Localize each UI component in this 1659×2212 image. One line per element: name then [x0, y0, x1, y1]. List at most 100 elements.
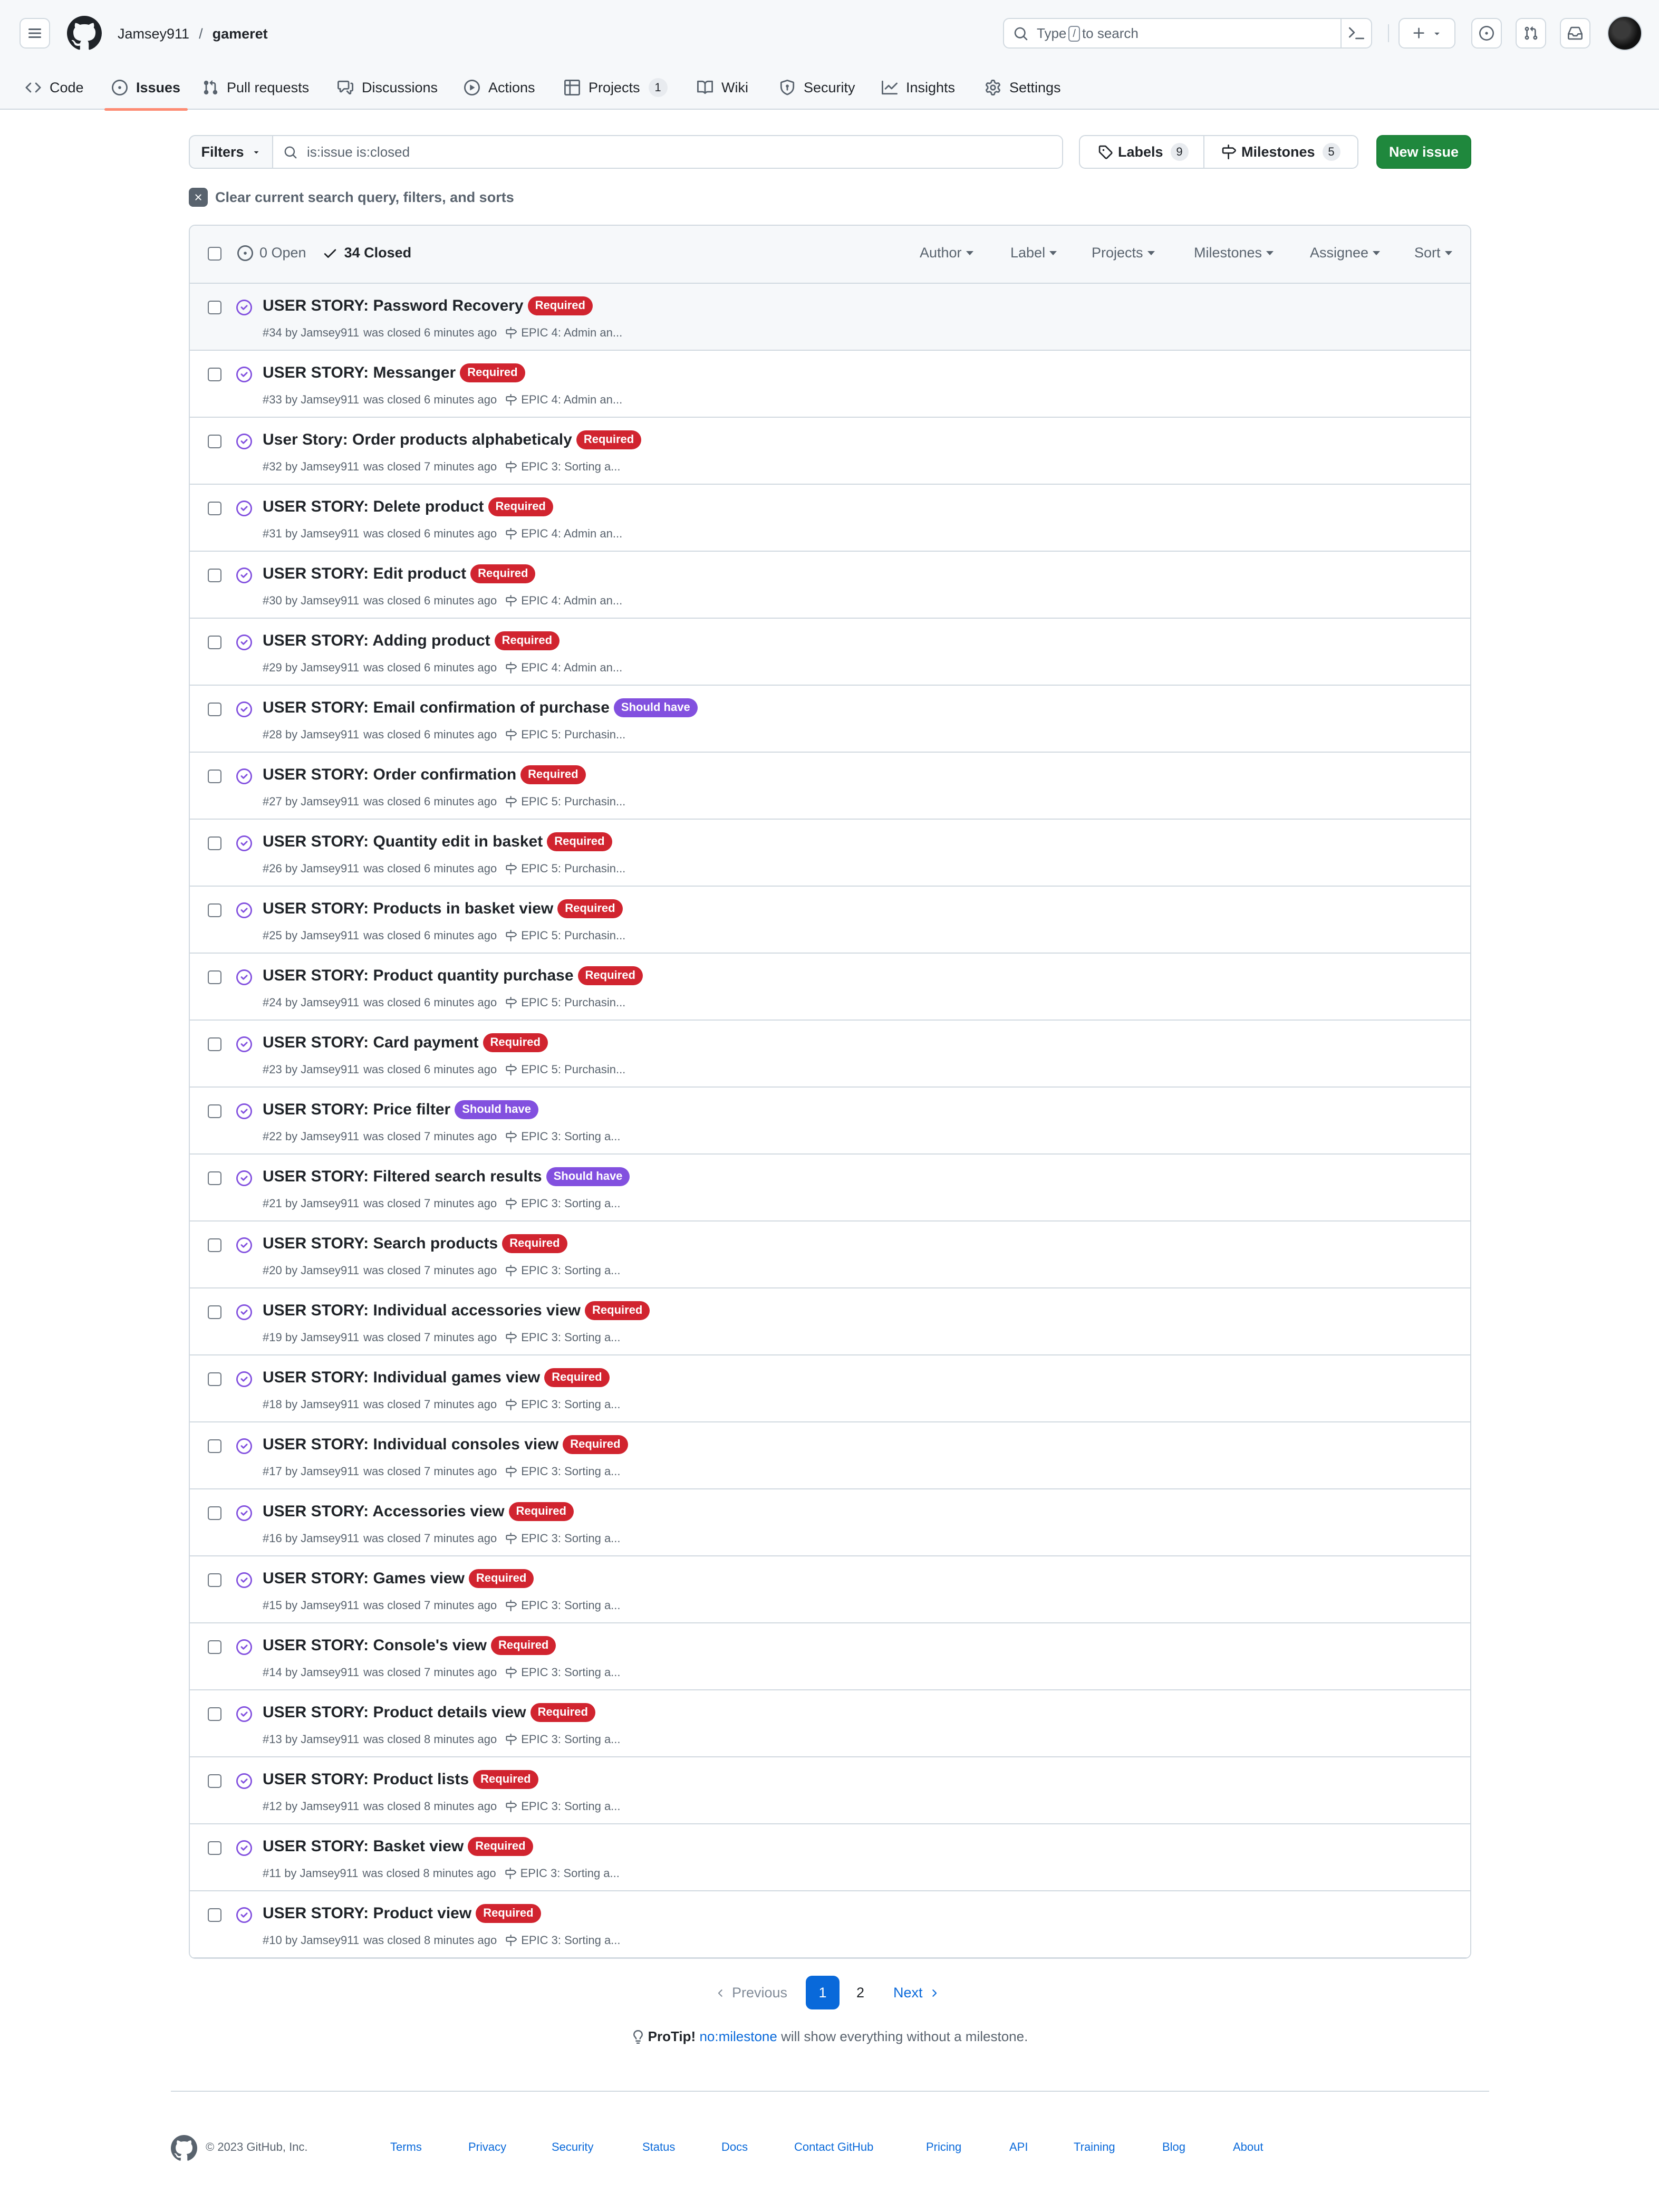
tab-settings[interactable]: Settings — [985, 65, 1061, 110]
tab-wiki[interactable]: Wiki — [697, 65, 748, 110]
issue-checkbox[interactable] — [208, 1506, 221, 1520]
footer-link-privacy[interactable]: Privacy — [468, 2140, 506, 2154]
issue-author-link[interactable]: Jamsey911 — [301, 1465, 359, 1478]
issue-label-badge[interactable]: Required — [468, 1569, 534, 1588]
issue-title-link[interactable]: USER STORY: Card payment — [263, 1034, 479, 1052]
issue-author-link[interactable]: Jamsey911 — [301, 1398, 359, 1411]
issue-milestone-link[interactable]: EPIC 3: Sorting a... — [521, 1264, 620, 1277]
issue-label-badge[interactable]: Required — [527, 296, 593, 315]
issue-checkbox[interactable] — [208, 301, 221, 314]
footer-link-docs[interactable]: Docs — [721, 2140, 748, 2154]
issue-milestone-link[interactable]: EPIC 5: Purchasin... — [521, 929, 625, 942]
issue-author-link[interactable]: Jamsey911 — [301, 661, 359, 675]
clear-filters-link[interactable]: Clear current search query, filters, and… — [189, 186, 514, 209]
author-filter[interactable]: Author — [920, 245, 973, 261]
issue-checkbox[interactable] — [208, 502, 221, 515]
issue-label-badge[interactable]: Required — [488, 497, 553, 516]
issue-checkbox[interactable] — [208, 368, 221, 381]
issue-checkbox[interactable] — [208, 703, 221, 716]
tab-issues[interactable]: Issues — [104, 65, 188, 111]
issue-author-link[interactable]: Jamsey911 — [301, 460, 359, 474]
issue-author-link[interactable]: Jamsey911 — [301, 1666, 359, 1679]
issue-checkbox[interactable] — [208, 1573, 221, 1587]
issue-title-link[interactable]: USER STORY: Delete product — [263, 498, 484, 516]
page-1-button[interactable]: 1 — [806, 1976, 840, 2009]
issue-title-link[interactable]: USER STORY: Price filter — [263, 1101, 450, 1119]
issue-checkbox[interactable] — [208, 569, 221, 582]
issue-milestone-link[interactable]: EPIC 4: Admin an... — [521, 527, 622, 541]
issue-label-badge[interactable]: Required — [530, 1703, 595, 1722]
issue-checkbox[interactable] — [208, 1774, 221, 1788]
issue-label-badge[interactable]: Required — [470, 564, 536, 583]
issue-author-link[interactable]: Jamsey911 — [301, 929, 359, 942]
owner-link[interactable]: Jamsey911 — [118, 26, 189, 42]
issue-label-badge[interactable]: Required — [494, 631, 560, 650]
footer-link-pricing[interactable]: Pricing — [926, 2140, 961, 2154]
footer-link-security[interactable]: Security — [552, 2140, 593, 2154]
tab-projects[interactable]: Projects 1 — [564, 65, 668, 110]
issue-milestone-link[interactable]: EPIC 3: Sorting a... — [520, 1867, 620, 1880]
issue-milestone-link[interactable]: EPIC 3: Sorting a... — [521, 1532, 620, 1545]
issue-milestone-link[interactable]: EPIC 5: Purchasin... — [521, 728, 625, 742]
issue-milestone-link[interactable]: EPIC 4: Admin an... — [521, 393, 622, 407]
issue-title-link[interactable]: USER STORY: Adding product — [263, 632, 490, 650]
issue-author-link[interactable]: Jamsey911 — [301, 1800, 359, 1813]
issue-milestone-link[interactable]: EPIC 3: Sorting a... — [521, 1130, 620, 1143]
issue-milestone-link[interactable]: EPIC 5: Purchasin... — [521, 996, 625, 1009]
issue-label-badge[interactable]: Required — [491, 1636, 556, 1655]
footer-link-training[interactable]: Training — [1074, 2140, 1115, 2154]
issue-label-badge[interactable]: Required — [585, 1301, 650, 1320]
label-filter[interactable]: Label — [1010, 245, 1057, 261]
issue-author-link[interactable]: Jamsey911 — [301, 1063, 359, 1076]
issue-milestone-link[interactable]: EPIC 3: Sorting a... — [521, 1465, 620, 1478]
issue-author-link[interactable]: Jamsey911 — [301, 728, 359, 742]
issue-title-link[interactable]: USER STORY: Product quantity purchase — [263, 967, 574, 985]
issue-checkbox[interactable] — [208, 1171, 221, 1185]
github-logo-icon[interactable] — [67, 16, 102, 51]
issue-author-link[interactable]: Jamsey911 — [301, 1733, 359, 1746]
command-palette-button[interactable] — [1340, 19, 1371, 47]
issue-title-link[interactable]: USER STORY: Password Recovery — [263, 297, 524, 315]
issue-checkbox[interactable] — [208, 1908, 221, 1922]
issue-label-badge[interactable]: Required — [563, 1435, 628, 1454]
issue-label-badge[interactable]: Should have — [613, 698, 698, 717]
global-search-input[interactable]: Type / to search — [1003, 18, 1372, 49]
github-mark-icon[interactable] — [171, 2135, 197, 2161]
tab-pull-requests[interactable]: Pull requests — [202, 65, 309, 110]
issue-author-link[interactable]: Jamsey911 — [301, 1331, 359, 1344]
issue-title-link[interactable]: USER STORY: Accessories view — [263, 1503, 505, 1521]
issue-author-link[interactable]: Jamsey911 — [301, 527, 359, 541]
issue-author-link[interactable]: Jamsey911 — [301, 393, 359, 407]
issue-checkbox[interactable] — [208, 770, 221, 783]
issue-milestone-link[interactable]: EPIC 3: Sorting a... — [521, 1599, 620, 1612]
issue-label-badge[interactable]: Should have — [546, 1167, 630, 1186]
issue-author-link[interactable]: Jamsey911 — [301, 326, 359, 340]
page-2-button[interactable]: 2 — [856, 1976, 864, 2009]
issue-checkbox[interactable] — [208, 1037, 221, 1051]
issue-title-link[interactable]: USER STORY: Edit product — [263, 565, 466, 583]
issue-checkbox[interactable] — [208, 1707, 221, 1721]
issue-checkbox[interactable] — [208, 1372, 221, 1386]
issue-title-link[interactable]: USER STORY: Product details view — [263, 1704, 526, 1721]
projects-filter[interactable]: Projects — [1092, 245, 1155, 261]
milestones-button[interactable]: Milestones 5 — [1221, 136, 1340, 168]
issues-shortcut-button[interactable] — [1471, 18, 1502, 49]
footer-link-blog[interactable]: Blog — [1162, 2140, 1185, 2154]
avatar[interactable] — [1607, 16, 1642, 51]
issue-milestone-link[interactable]: EPIC 5: Purchasin... — [521, 862, 625, 876]
tab-actions[interactable]: Actions — [464, 65, 535, 110]
issue-milestone-link[interactable]: EPIC 3: Sorting a... — [521, 1331, 620, 1344]
issue-label-badge[interactable]: Required — [460, 363, 525, 382]
filters-dropdown-button[interactable]: Filters — [190, 136, 273, 168]
issue-checkbox[interactable] — [208, 636, 221, 649]
issue-milestone-link[interactable]: EPIC 3: Sorting a... — [521, 1733, 620, 1746]
issue-title-link[interactable]: USER STORY: Quantity edit in basket — [263, 833, 543, 851]
issue-label-badge[interactable]: Required — [476, 1904, 541, 1923]
issue-title-link[interactable]: USER STORY: Email confirmation of purcha… — [263, 699, 610, 717]
labels-button[interactable]: Labels 9 — [1098, 136, 1189, 168]
issue-label-badge[interactable]: Required — [483, 1033, 548, 1052]
issue-label-badge[interactable]: Required — [576, 430, 642, 449]
issue-label-badge[interactable]: Should have — [455, 1100, 539, 1119]
issue-checkbox[interactable] — [208, 1104, 221, 1118]
issue-title-link[interactable]: USER STORY: Individual consoles view — [263, 1436, 558, 1454]
